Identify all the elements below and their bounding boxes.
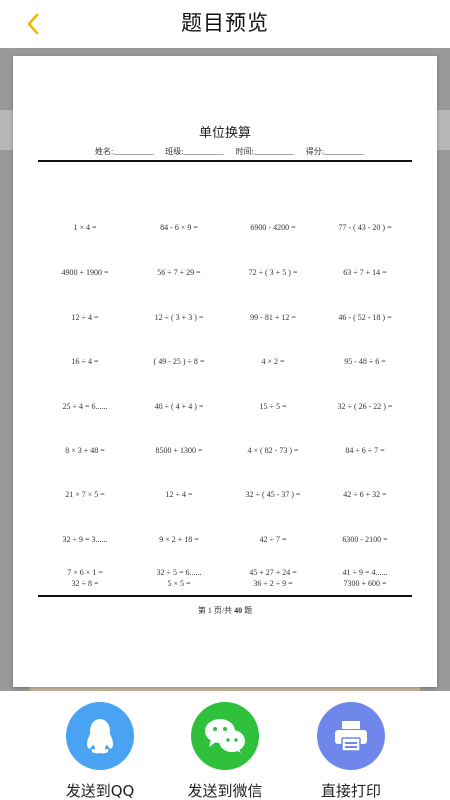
send-to-wechat-label: 发送到微信: [187, 782, 263, 800]
problem-item: 32 ÷ 8 =: [71, 579, 99, 588]
problem-item: 9 × 2 + 18 =: [159, 535, 199, 544]
problem-item: 12 ÷ 4 =: [71, 313, 99, 322]
problem-item: 4900 + 1900 =: [61, 268, 109, 277]
problem-item: 25 ÷ 4 = 6......: [62, 402, 108, 411]
problem-item: 8500 + 1300 =: [155, 446, 203, 455]
problem-item: 6300 - 2100 =: [342, 535, 388, 544]
page-counter: 第 1 页/共 40 题: [197, 606, 253, 615]
problem-item: 40 ÷ ( 4 + 4 ) =: [154, 402, 204, 411]
name-field-label: 姓名:__________: [95, 147, 154, 156]
problem-item: 7 × 6 × 1 =: [67, 568, 103, 577]
problem-item: 95 - 48 ÷ 6 =: [344, 357, 386, 366]
problem-item: 21 × 7 × 5 =: [65, 490, 105, 499]
problem-item: 32 ÷ ( 45 - 37 ) =: [245, 490, 301, 499]
problem-item: 15 ÷ 5 =: [259, 402, 287, 411]
problem-item: 45 + 27 + 24 =: [249, 568, 297, 577]
problem-item: 46 - ( 52 - 18 ) =: [338, 313, 392, 322]
problem-item: 42 ÷ 6 + 32 =: [343, 490, 387, 499]
problem-item: 7300 + 600 =: [343, 579, 387, 588]
qq-icon-circle[interactable]: [66, 702, 134, 770]
send-to-wechat-button[interactable]: 发送到微信: [170, 702, 280, 800]
problem-item: 56 ÷ 7 + 29 =: [157, 268, 201, 277]
problem-item: 5 × 5 =: [167, 579, 191, 588]
worksheet-title: 单位换算: [198, 126, 251, 141]
problem-item: 63 ÷ 7 + 14 =: [343, 268, 387, 277]
print-icon-circle[interactable]: [317, 702, 385, 770]
send-to-qq-button[interactable]: 发送到QQ: [45, 702, 155, 800]
problem-item: 42 ÷ 7 =: [259, 535, 287, 544]
problem-item: 41 ÷ 9 = 4......: [342, 568, 388, 577]
problem-item: 36 ÷ 2 ÷ 9 =: [253, 579, 293, 588]
direct-print-label: 直接打印: [320, 782, 381, 800]
problem-item: 32 ÷ 9 = 3......: [62, 535, 108, 544]
problem-item: 6900 - 4200 =: [250, 223, 296, 232]
problem-item: 84 - 6 × 9 =: [160, 223, 198, 232]
send-to-qq-label: 发送到QQ: [65, 782, 135, 800]
score-field-label: 得分:__________: [305, 147, 364, 156]
problem-grid: 1 × 4 = 84 - 6 × 9 = 6900 - 4200 = 77 - …: [38, 160, 412, 595]
top-bar: 题目预览: [0, 0, 450, 48]
problem-item: 72 ÷ ( 3 + 5 ) =: [248, 268, 298, 277]
qq-penguin-icon: [87, 719, 113, 754]
problem-item: 8 × 3 + 48 =: [65, 446, 105, 455]
printer-icon: [335, 721, 367, 752]
share-action-bar: 发送到QQ 发送到微信 直接打印: [0, 691, 450, 800]
problem-item: 12 ÷ ( 3 + 3 ) =: [154, 313, 204, 322]
problem-item: 1 × 4 =: [73, 223, 97, 232]
worksheet-preview[interactable]: 单位换算 姓名:__________ 班级:__________ 时间:____…: [13, 56, 437, 687]
problem-item: 84 ÷ 6 ÷ 7 =: [345, 446, 385, 455]
footer-divider: [38, 595, 412, 597]
problem-item: ( 49 - 25 ) ÷ 8 =: [153, 357, 205, 366]
problem-item: 32 ÷ 5 = 6......: [156, 568, 202, 577]
problem-item: 4 × 2 =: [261, 357, 285, 366]
problem-item: 16 ÷ 4 =: [71, 357, 99, 366]
time-field-label: 时间:__________: [235, 147, 294, 156]
problem-item: 12 ÷ 4 =: [165, 490, 193, 499]
problem-item: 4 × ( 82 - 73 ) =: [247, 446, 299, 455]
direct-print-button[interactable]: 直接打印: [296, 702, 406, 800]
page-title: 题目预览: [181, 11, 269, 35]
student-info-line: 姓名:__________ 班级:__________ 时间:_________…: [95, 146, 374, 157]
problem-item: 99 - 81 + 12 =: [250, 313, 296, 322]
class-field-label: 班级:__________: [165, 147, 224, 156]
wechat-icon-circle[interactable]: [191, 702, 259, 770]
problem-item: 32 ÷ ( 26 - 22 ) =: [337, 402, 393, 411]
problem-item: 77 - ( 43 - 20 ) =: [338, 223, 392, 232]
wechat-icon: [205, 719, 245, 753]
